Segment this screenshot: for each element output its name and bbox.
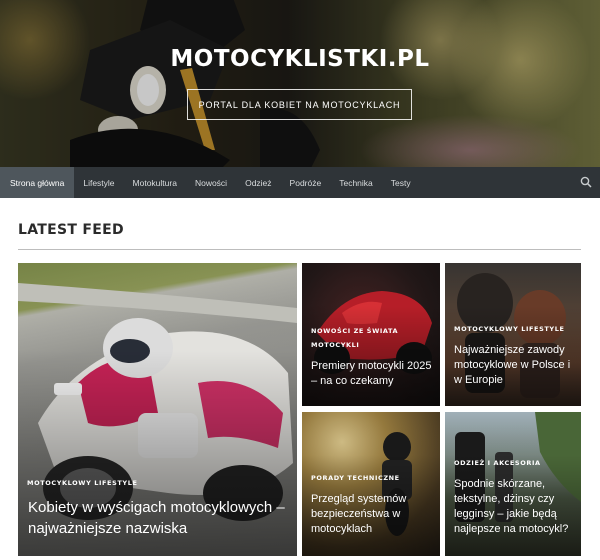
card-title[interactable]: Premiery motocykli 2025 – na co czekamy [311, 359, 435, 389]
card-category[interactable]: MOTOCYKLOWY LIFESTYLE [27, 479, 138, 487]
card-category[interactable]: PORADY TECHNICZNE [311, 474, 400, 482]
nav-item-motokultura[interactable]: Motokultura [124, 167, 186, 198]
card-category[interactable]: NOWOŚCI ZE ŚWIATA MOTOCYKLI [311, 324, 429, 352]
nav-item-home[interactable]: Strona główna [0, 167, 75, 198]
feed-card[interactable]: ODZIEŻ I AKCESORIA Spodnie skórzane, tek… [445, 412, 581, 556]
card-category[interactable]: ODZIEŻ I AKCESORIA [454, 459, 541, 467]
nav-item-odziez[interactable]: Odzież [236, 167, 280, 198]
feed-card[interactable]: MOTOCYKLOWY LIFESTYLE Kobiety w wyścigac… [18, 263, 297, 556]
hero-banner: MOTOCYKLISTKI.PL PORTAL DLA KOBIET NA MO… [0, 0, 600, 167]
section-title: LATEST FEED [18, 222, 124, 238]
site-title[interactable]: MOTOCYKLISTKI.PL [0, 46, 600, 72]
card-title[interactable]: Spodnie skórzane, tekstylne, dżinsy czy … [454, 477, 578, 537]
main-navigation: Strona główna Lifestyle Motokultura Nowo… [0, 167, 600, 198]
card-title[interactable]: Kobiety w wyścigach motocyklowych – najw… [28, 497, 288, 539]
card-category[interactable]: MOTOCYKLOWY LIFESTYLE [454, 325, 565, 333]
card-title[interactable]: Przegląd systemów bezpieczeństwa w motoc… [311, 492, 431, 537]
nav-item-testy[interactable]: Testy [382, 167, 420, 198]
nav-item-lifestyle[interactable]: Lifestyle [74, 167, 123, 198]
feed-card[interactable]: PORADY TECHNICZNE Przegląd systemów bezp… [302, 412, 440, 556]
feed-card[interactable]: NOWOŚCI ZE ŚWIATA MOTOCYKLI Premiery mot… [302, 263, 440, 406]
nav-item-technika[interactable]: Technika [330, 167, 382, 198]
site-tagline: PORTAL DLA KOBIET NA MOTOCYKLACH [187, 89, 412, 120]
nav-item-podroze[interactable]: Podróże [281, 167, 331, 198]
card-title[interactable]: Najważniejsze zawody motocyklowe w Polsc… [454, 343, 576, 388]
search-icon[interactable] [580, 176, 592, 188]
nav-item-nowosci[interactable]: Nowości [186, 167, 236, 198]
section-divider [18, 249, 581, 250]
feed-card[interactable]: MOTOCYKLOWY LIFESTYLE Najważniejsze zawo… [445, 263, 581, 406]
